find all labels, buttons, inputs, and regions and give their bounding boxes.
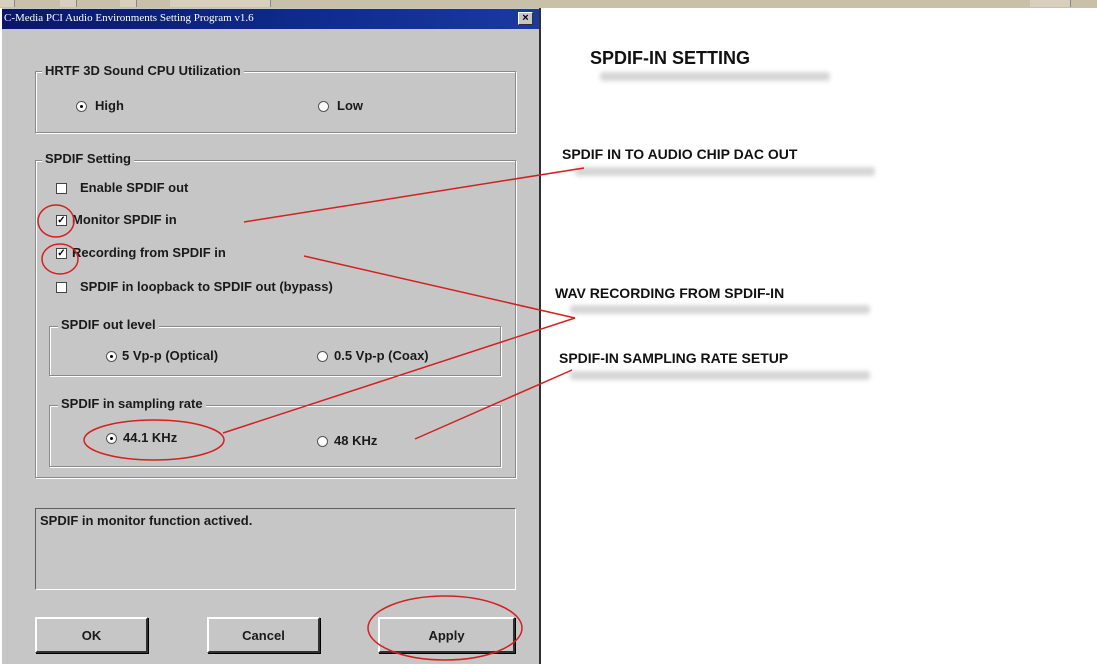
coax-radio[interactable] bbox=[317, 351, 328, 362]
spdif-sampling-rate-group bbox=[49, 405, 501, 467]
annotation-shadow bbox=[600, 72, 830, 81]
monitor-spdif-in-label[interactable]: Monitor SPDIF in bbox=[72, 212, 177, 227]
taskbar-button[interactable] bbox=[170, 0, 271, 7]
optical-radio[interactable] bbox=[106, 351, 117, 362]
recording-from-spdif-checkbox[interactable]: ✓ bbox=[56, 248, 67, 259]
optical-label[interactable]: 5 Vp-p (Optical) bbox=[122, 348, 218, 363]
status-text: SPDIF in monitor function actived. bbox=[40, 513, 253, 528]
hrtf-high-radio[interactable] bbox=[76, 101, 87, 112]
annotation-heading: SPDIF-IN SETTING bbox=[590, 48, 751, 68]
hrtf-group-legend: HRTF 3D Sound CPU Utilization bbox=[42, 63, 244, 78]
apply-button[interactable]: Apply bbox=[378, 617, 515, 653]
enable-spdif-out-label[interactable]: Enable SPDIF out bbox=[80, 180, 188, 195]
enable-spdif-out-checkbox[interactable] bbox=[56, 183, 67, 194]
title-bar[interactable]: C-Media PCI Audio Environments Setting P… bbox=[2, 9, 539, 29]
spdif-setting-legend: SPDIF Setting bbox=[42, 151, 134, 166]
spdif-sampling-rate-legend: SPDIF in sampling rate bbox=[58, 396, 206, 411]
rate-44-label[interactable]: 44.1 KHz bbox=[123, 430, 177, 445]
ok-button[interactable]: OK bbox=[35, 617, 148, 653]
taskbar-tray bbox=[1030, 0, 1071, 7]
cancel-button[interactable]: Cancel bbox=[207, 617, 320, 653]
close-button[interactable]: × bbox=[518, 12, 533, 25]
spdif-loopback-checkbox[interactable] bbox=[56, 282, 67, 293]
settings-dialog: C-Media PCI Audio Environments Setting P… bbox=[0, 8, 541, 664]
coax-label[interactable]: 0.5 Vp-p (Coax) bbox=[334, 348, 429, 363]
annotation-recording-note: WAV RECORDING FROM SPDIF-IN bbox=[555, 285, 785, 301]
recording-from-spdif-label[interactable]: Recording from SPDIF in bbox=[72, 245, 226, 260]
monitor-spdif-in-checkbox[interactable]: ✓ bbox=[56, 215, 67, 226]
spdif-out-level-group bbox=[49, 326, 501, 376]
status-box: SPDIF in monitor function actived. bbox=[35, 508, 516, 590]
taskbar-button[interactable] bbox=[0, 0, 15, 7]
annotation-shadow bbox=[575, 167, 875, 176]
rate-48-radio[interactable] bbox=[317, 436, 328, 447]
spdif-out-level-legend: SPDIF out level bbox=[58, 317, 159, 332]
hrtf-high-label[interactable]: High bbox=[95, 98, 124, 113]
taskbar-button[interactable] bbox=[120, 0, 137, 7]
window-title: C-Media PCI Audio Environments Setting P… bbox=[4, 12, 254, 24]
annotation-sampling-note: SPDIF-IN SAMPLING RATE SETUP bbox=[559, 350, 789, 366]
annotation-shadow bbox=[570, 305, 870, 314]
taskbar-strip bbox=[0, 0, 1097, 8]
taskbar-button[interactable] bbox=[60, 0, 77, 7]
hrtf-low-label[interactable]: Low bbox=[337, 98, 363, 113]
rate-44-radio[interactable] bbox=[106, 433, 117, 444]
spdif-loopback-label[interactable]: SPDIF in loopback to SPDIF out (bypass) bbox=[80, 279, 333, 294]
hrtf-low-radio[interactable] bbox=[318, 101, 329, 112]
annotation-shadow bbox=[570, 371, 870, 380]
rate-48-label[interactable]: 48 KHz bbox=[334, 433, 377, 448]
annotation-monitor-note: SPDIF IN TO AUDIO CHIP DAC OUT bbox=[562, 146, 798, 162]
